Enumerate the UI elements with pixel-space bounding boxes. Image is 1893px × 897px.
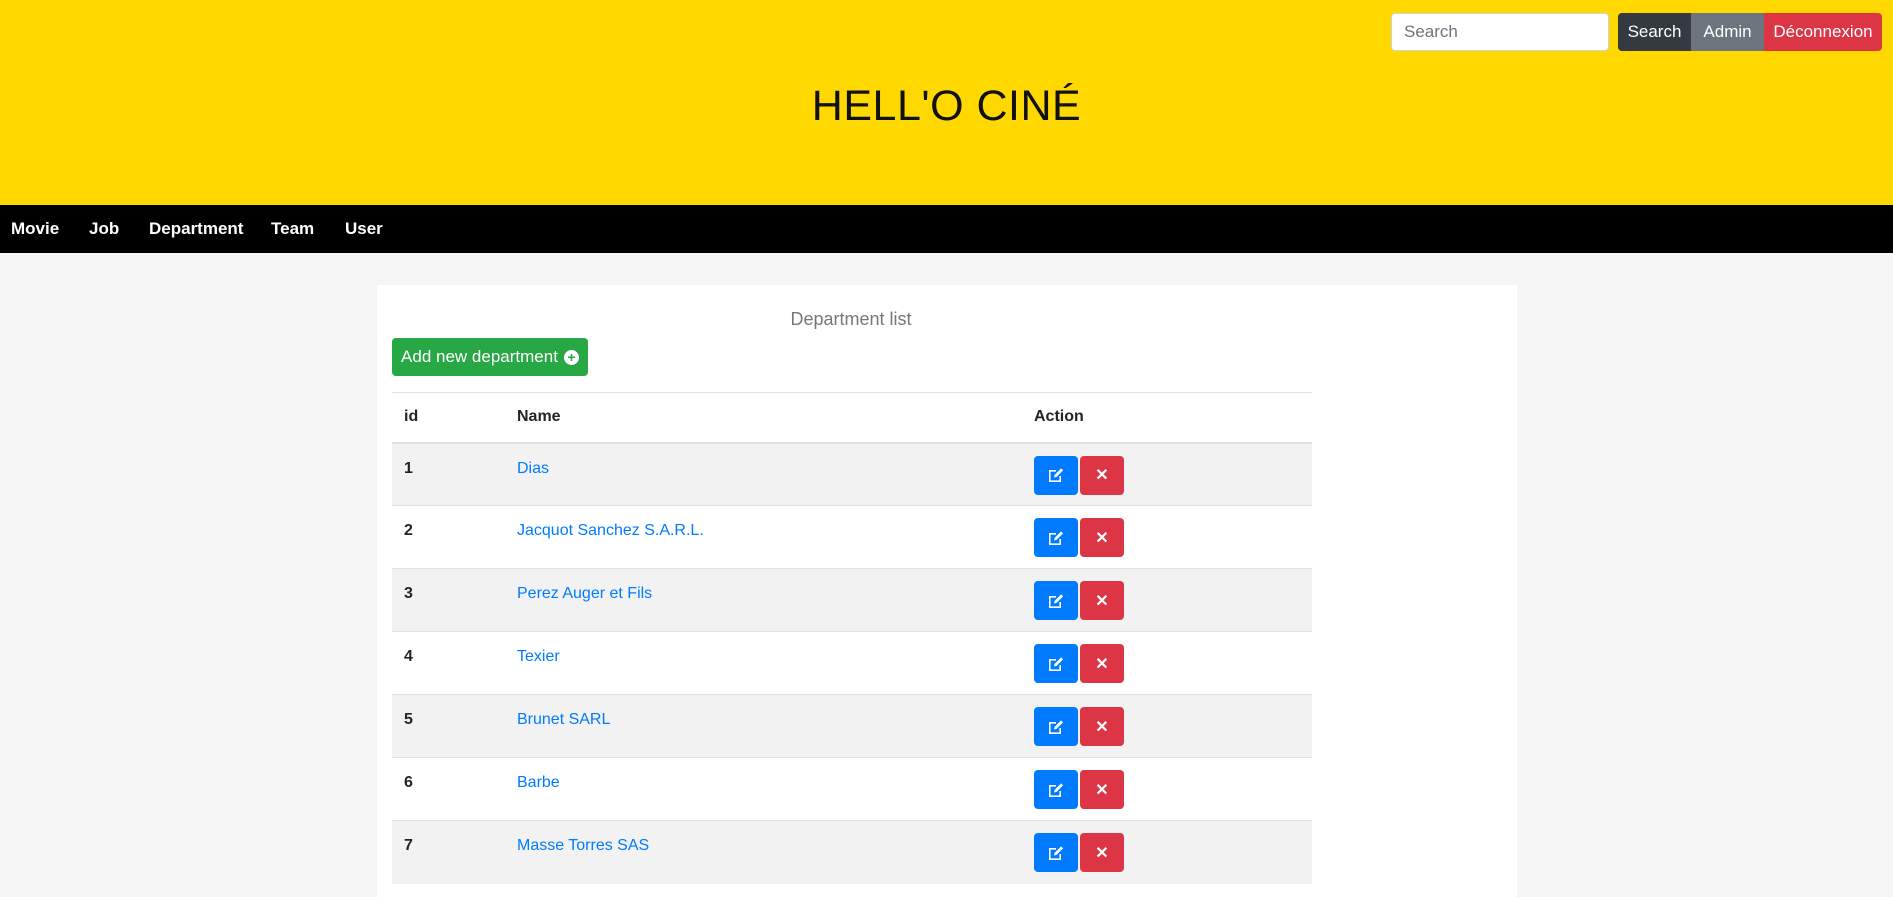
edit-icon xyxy=(1047,467,1065,483)
department-name-link[interactable]: Texier xyxy=(517,648,560,665)
row-actions: ✕ xyxy=(1022,505,1312,569)
nav-item-department[interactable]: Department xyxy=(149,205,243,253)
row-name-cell: Barbe xyxy=(505,757,1022,821)
row-actions: ✕ xyxy=(1022,757,1312,821)
row-id: 7 xyxy=(392,820,505,884)
delete-button[interactable]: ✕ xyxy=(1080,455,1124,495)
table-row: 2 Jacquot Sanchez S.A.R.L. ✕ xyxy=(392,505,1312,569)
search-input[interactable] xyxy=(1391,13,1609,51)
department-name-link[interactable]: Barbe xyxy=(517,774,560,791)
delete-button[interactable]: ✕ xyxy=(1080,833,1124,872)
table-row: 1 Dias ✕ xyxy=(392,442,1312,506)
table-header-row: id Name Action xyxy=(392,392,1312,444)
row-actions: ✕ xyxy=(1022,442,1312,506)
row-id: 5 xyxy=(392,694,505,758)
row-actions: ✕ xyxy=(1022,568,1312,632)
add-department-button[interactable]: Add new department + xyxy=(392,338,588,376)
edit-icon xyxy=(1047,782,1065,798)
row-id: 3 xyxy=(392,568,505,632)
column-header-action: Action xyxy=(1022,392,1312,444)
close-icon: ✕ xyxy=(1095,467,1109,484)
edit-icon xyxy=(1047,530,1065,546)
edit-button[interactable] xyxy=(1034,707,1078,746)
table-row: 3 Perez Auger et Fils ✕ xyxy=(392,568,1312,632)
row-id: 6 xyxy=(392,757,505,821)
row-name-cell: Masse Torres SAS xyxy=(505,820,1022,884)
department-name-link[interactable]: Perez Auger et Fils xyxy=(517,585,652,602)
add-department-label: Add new department xyxy=(401,347,558,366)
delete-button[interactable]: ✕ xyxy=(1080,770,1124,809)
row-id: 1 xyxy=(392,442,505,506)
close-icon: ✕ xyxy=(1095,844,1109,862)
admin-button[interactable]: Admin xyxy=(1691,13,1764,51)
main-nav: Movie Job Department Team User xyxy=(0,205,1893,253)
row-actions: ✕ xyxy=(1022,820,1312,884)
table-row: 6 Barbe ✕ xyxy=(392,757,1312,821)
nav-item-team[interactable]: Team xyxy=(271,205,314,253)
delete-button[interactable]: ✕ xyxy=(1080,707,1124,746)
edit-button[interactable] xyxy=(1034,833,1078,872)
edit-button[interactable] xyxy=(1034,644,1078,683)
edit-button[interactable] xyxy=(1034,518,1078,557)
plus-circle-icon: + xyxy=(563,349,579,365)
close-icon: ✕ xyxy=(1095,529,1109,547)
row-name-cell: Dias xyxy=(505,442,1022,506)
nav-item-movie[interactable]: Movie xyxy=(11,205,59,253)
table-row: 5 Brunet SARL ✕ xyxy=(392,694,1312,758)
edit-icon xyxy=(1047,656,1065,672)
edit-button[interactable] xyxy=(1034,581,1078,620)
row-name-cell: Brunet SARL xyxy=(505,694,1022,758)
row-id: 2 xyxy=(392,505,505,569)
close-icon: ✕ xyxy=(1095,718,1109,736)
department-name-link[interactable]: Masse Torres SAS xyxy=(517,837,649,854)
edit-icon xyxy=(1047,719,1065,735)
table-row: 4 Texier ✕ xyxy=(392,631,1312,695)
close-icon: ✕ xyxy=(1095,655,1109,673)
column-header-id: id xyxy=(392,392,505,444)
edit-button[interactable] xyxy=(1034,770,1078,809)
close-icon: ✕ xyxy=(1095,781,1109,799)
delete-button[interactable]: ✕ xyxy=(1080,644,1124,683)
row-name-cell: Perez Auger et Fils xyxy=(505,568,1022,632)
nav-item-job[interactable]: Job xyxy=(89,205,119,253)
department-name-link[interactable]: Jacquot Sanchez S.A.R.L. xyxy=(517,522,704,539)
site-header: Search Admin Déconnexion HELL'O CINÉ xyxy=(0,0,1893,205)
table-row: 7 Masse Torres SAS ✕ xyxy=(392,820,1312,884)
site-title: HELL'O CINÉ xyxy=(811,82,1082,130)
nav-item-user[interactable]: User xyxy=(345,205,383,253)
edit-icon xyxy=(1047,845,1065,861)
row-name-cell: Jacquot Sanchez S.A.R.L. xyxy=(505,505,1022,569)
row-actions: ✕ xyxy=(1022,694,1312,758)
department-name-link[interactable]: Brunet SARL xyxy=(517,711,610,728)
delete-button[interactable]: ✕ xyxy=(1080,581,1124,620)
content-card: Department list Add new department + id … xyxy=(377,285,1517,897)
department-table: id Name Action 1 Dias ✕ 2 Jacquot Sanchez S.… xyxy=(392,392,1312,884)
row-id: 4 xyxy=(392,631,505,695)
delete-button[interactable]: ✕ xyxy=(1080,518,1124,557)
row-name-cell: Texier xyxy=(505,631,1022,695)
row-actions: ✕ xyxy=(1022,631,1312,695)
search-button[interactable]: Search xyxy=(1618,13,1691,51)
column-header-name: Name xyxy=(505,392,1022,444)
logout-button[interactable]: Déconnexion xyxy=(1764,13,1882,51)
edit-button[interactable] xyxy=(1034,455,1078,495)
close-icon: ✕ xyxy=(1095,592,1109,610)
department-name-link[interactable]: Dias xyxy=(517,460,549,477)
edit-icon xyxy=(1047,593,1065,609)
page-title: Department list xyxy=(790,309,912,329)
